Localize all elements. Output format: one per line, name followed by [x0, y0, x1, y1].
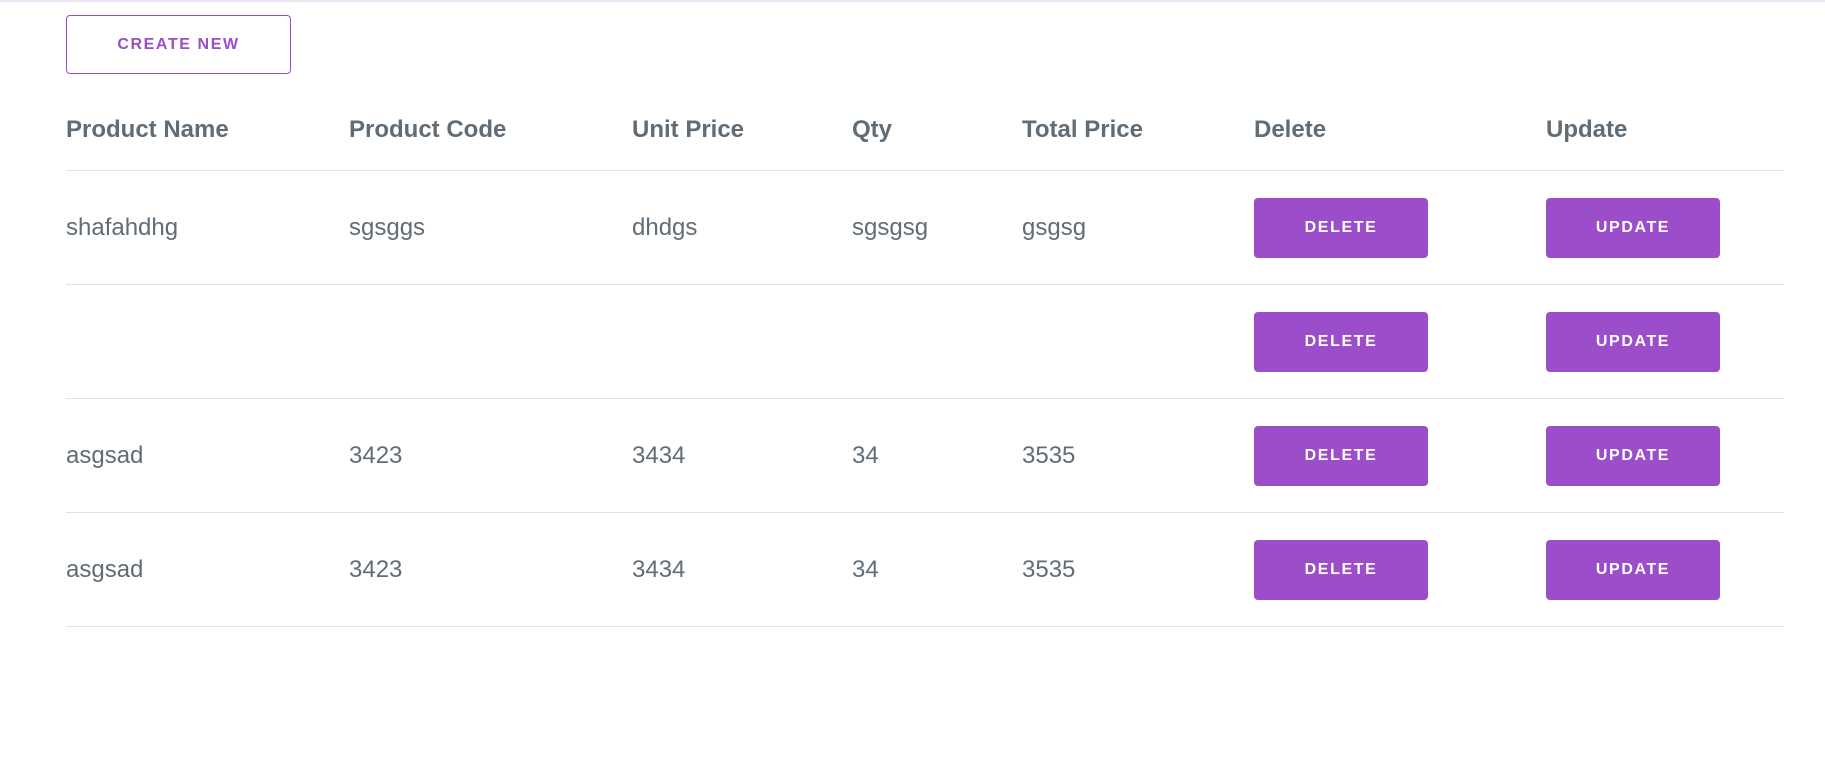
cell-total-price: 3535 [1022, 512, 1254, 627]
header-row: Product Name Product Code Unit Price Qty… [66, 98, 1784, 171]
cell-unit-price: dhdgs [632, 170, 852, 285]
table-header: Product Name Product Code Unit Price Qty… [66, 98, 1784, 171]
table-row: shafahdhg sgsggs dhdgs sgsgsg gsgsg DELE… [66, 170, 1784, 285]
cell-update: UPDATE [1546, 170, 1784, 285]
cell-product-code [349, 284, 632, 399]
cell-unit-price [632, 284, 852, 399]
create-new-button[interactable]: CREATE NEW [66, 15, 291, 74]
cell-product-name: asgsad [66, 398, 349, 513]
delete-button[interactable]: DELETE [1254, 197, 1428, 258]
cell-delete: DELETE [1254, 512, 1546, 627]
cell-update: UPDATE [1546, 512, 1784, 627]
cell-unit-price: 3434 [632, 398, 852, 513]
cell-product-name: asgsad [66, 512, 349, 627]
update-button[interactable]: UPDATE [1546, 539, 1720, 600]
cell-qty: sgsgsg [852, 170, 1022, 285]
cell-delete: DELETE [1254, 170, 1546, 285]
update-button[interactable]: UPDATE [1546, 197, 1720, 258]
table-row: asgsad 3423 3434 34 3535 DELETE UPDATE [66, 398, 1784, 513]
cell-product-name: shafahdhg [66, 170, 349, 285]
table-row: asgsad 3423 3434 34 3535 DELETE UPDATE [66, 512, 1784, 627]
table-row: DELETE UPDATE [66, 284, 1784, 399]
cell-qty: 34 [852, 398, 1022, 513]
update-button[interactable]: UPDATE [1546, 425, 1720, 486]
cell-delete: DELETE [1254, 398, 1546, 513]
update-button[interactable]: UPDATE [1546, 311, 1720, 372]
delete-button[interactable]: DELETE [1254, 311, 1428, 372]
cell-qty: 34 [852, 512, 1022, 627]
delete-button[interactable]: DELETE [1254, 539, 1428, 600]
table-body: shafahdhg sgsggs dhdgs sgsgsg gsgsg DELE… [66, 170, 1784, 627]
delete-button[interactable]: DELETE [1254, 425, 1428, 486]
cell-product-code: 3423 [349, 512, 632, 627]
cell-delete: DELETE [1254, 284, 1546, 399]
header-product-code: Product Code [349, 98, 632, 171]
cell-update: UPDATE [1546, 284, 1784, 399]
cell-product-name [66, 284, 349, 399]
cell-total-price: gsgsg [1022, 170, 1254, 285]
cell-unit-price: 3434 [632, 512, 852, 627]
products-panel: CREATE NEW Product Name Product Code Uni… [66, 15, 1784, 627]
header-total-price: Total Price [1022, 98, 1254, 171]
cell-qty [852, 284, 1022, 399]
cell-product-code: sgsggs [349, 170, 632, 285]
cell-product-code: 3423 [349, 398, 632, 513]
top-divider [0, 0, 1825, 2]
cell-update: UPDATE [1546, 398, 1784, 513]
header-qty: Qty [852, 98, 1022, 171]
products-table: Product Name Product Code Unit Price Qty… [66, 98, 1784, 627]
header-product-name: Product Name [66, 98, 349, 171]
header-unit-price: Unit Price [632, 98, 852, 171]
header-delete: Delete [1254, 98, 1546, 171]
cell-total-price: 3535 [1022, 398, 1254, 513]
cell-total-price [1022, 284, 1254, 399]
header-update: Update [1546, 98, 1784, 171]
